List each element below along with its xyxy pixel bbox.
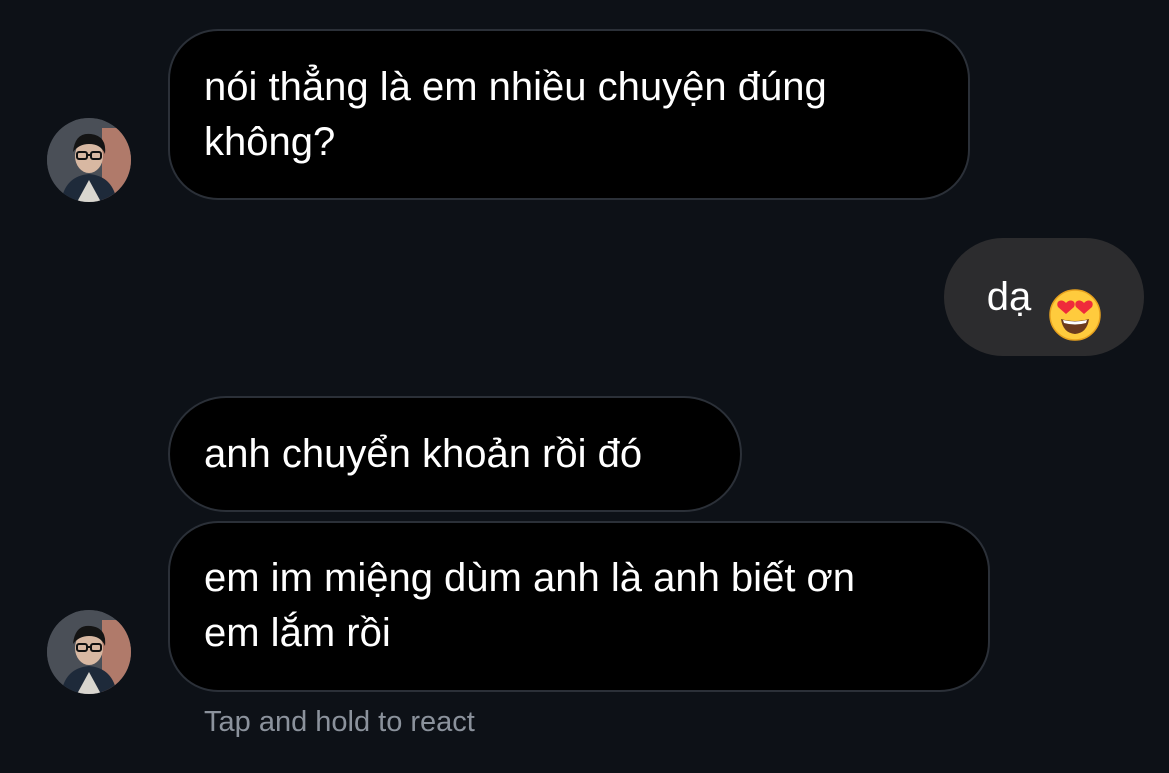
message-text: anh chuyển khoản rồi đó: [204, 432, 643, 476]
avatar-photo-icon: [47, 118, 131, 202]
contact-avatar[interactable]: [47, 118, 131, 202]
message-text-line: nói thẳng là em nhiều chuyện đúng: [204, 65, 827, 109]
message-text-line: em im miệng dùm anh là anh biết ơn: [204, 556, 856, 600]
outgoing-message-bubble[interactable]: dạ: [944, 238, 1144, 356]
incoming-message-bubble[interactable]: nói thẳng là em nhiều chuyện đúng không?: [168, 29, 970, 200]
react-hint: Tap and hold to react: [204, 706, 475, 738]
avatar-photo-icon: [47, 610, 131, 694]
message-text-line: em lắm rồi: [204, 611, 391, 655]
heart-eyes-emoji-icon: [1049, 269, 1101, 342]
incoming-message-bubble[interactable]: em im miệng dùm anh là anh biết ơn em lắ…: [168, 521, 990, 692]
message-text-line: không?: [204, 120, 336, 164]
incoming-message-bubble[interactable]: anh chuyển khoản rồi đó: [168, 396, 742, 512]
contact-avatar[interactable]: [47, 610, 131, 694]
message-text: dạ: [986, 275, 1032, 319]
